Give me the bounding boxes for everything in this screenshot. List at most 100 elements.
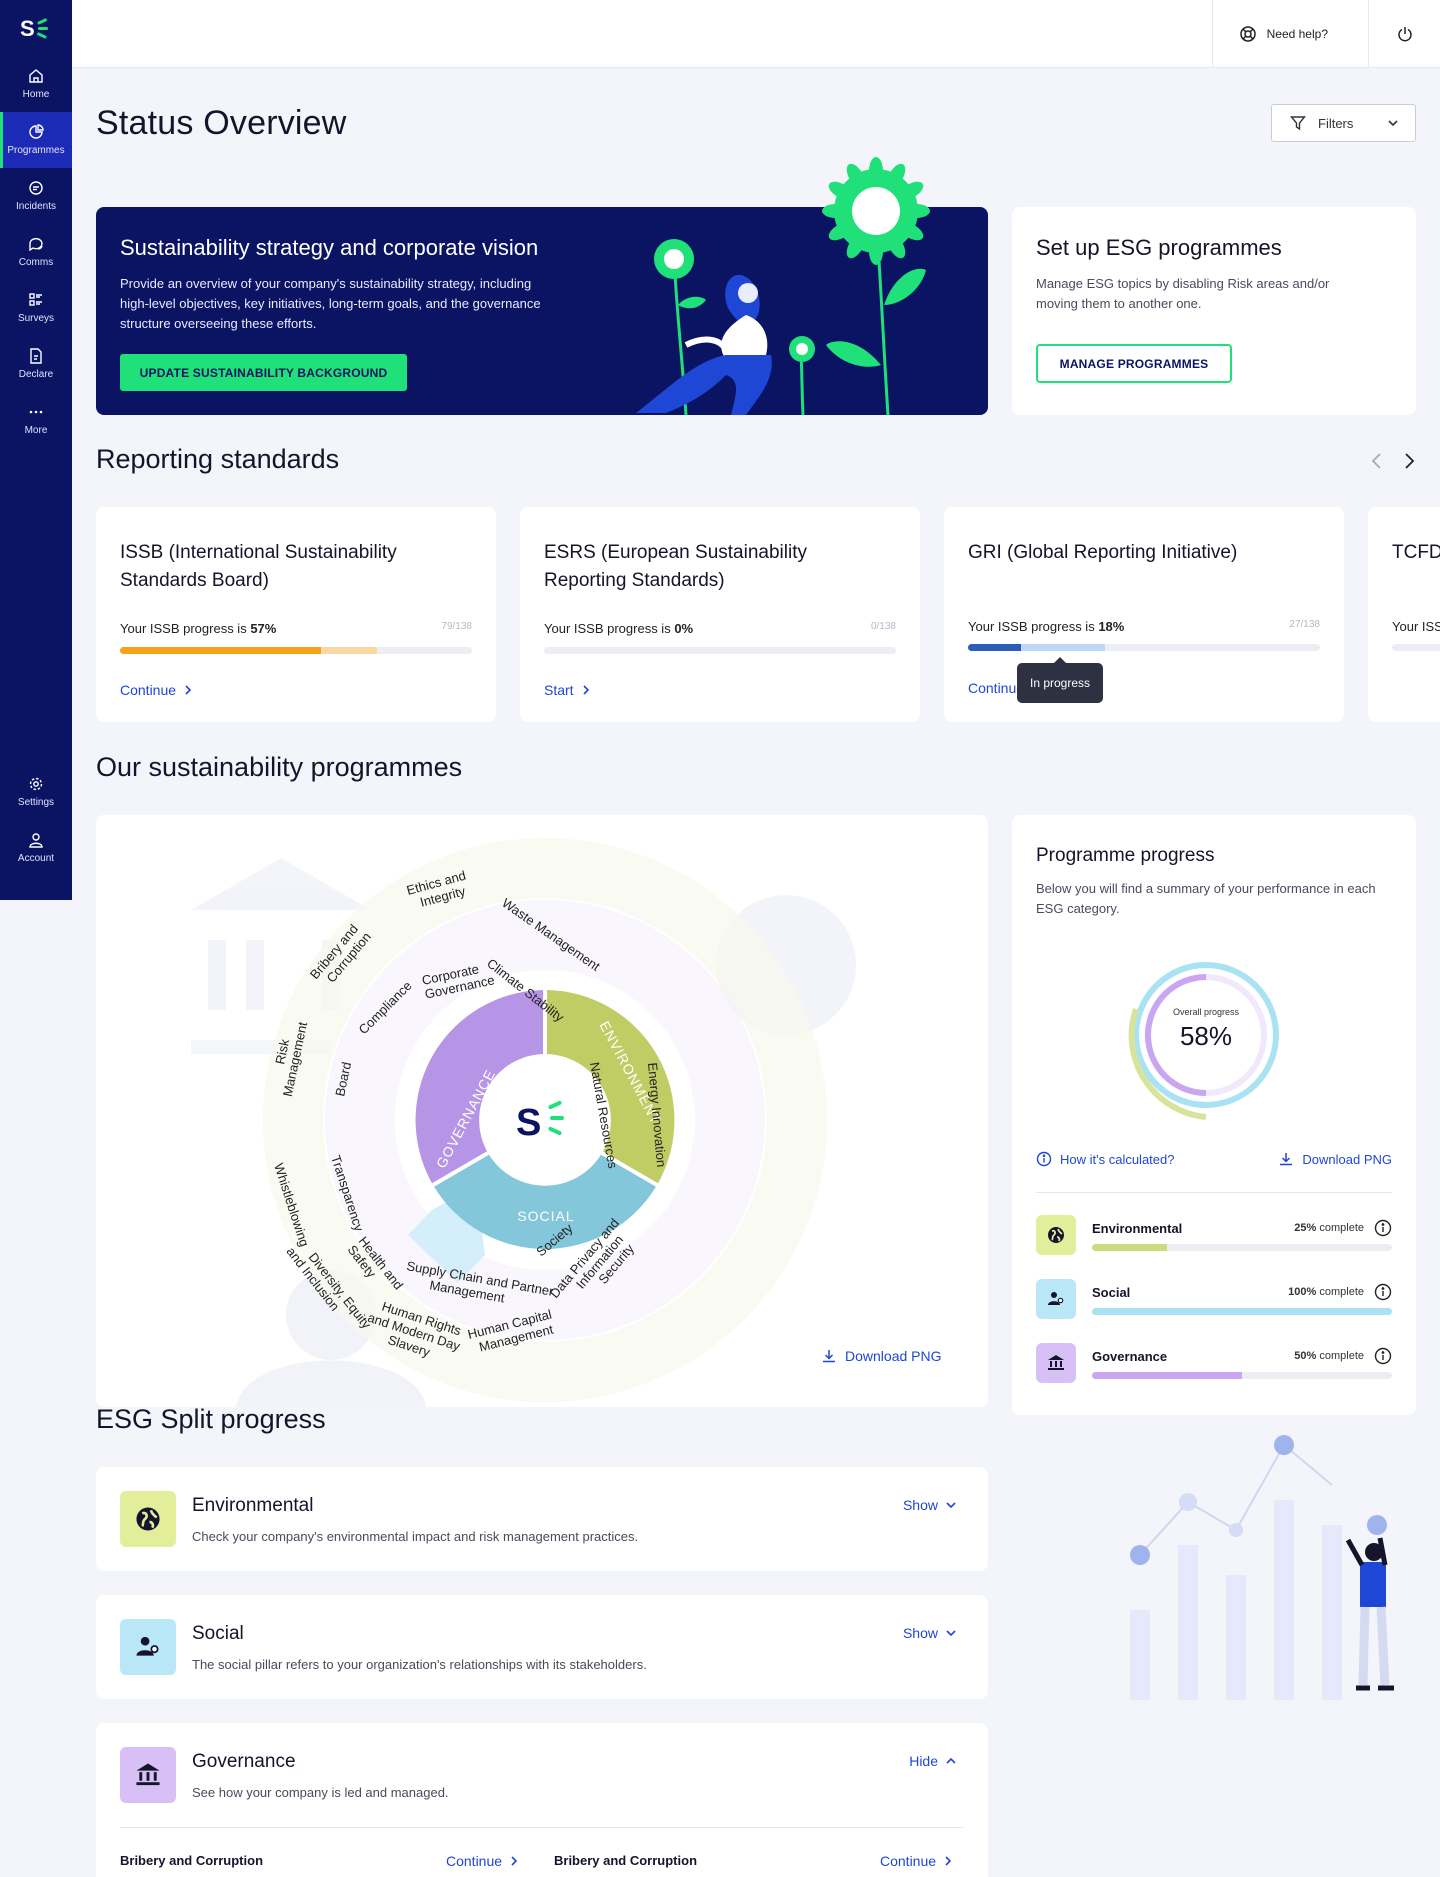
- logout-button[interactable]: [1368, 0, 1440, 68]
- sidebar-item-comms[interactable]: Comms: [0, 224, 72, 280]
- strategy-title: Sustainability strategy and corporate vi…: [120, 235, 539, 260]
- manage-programmes-button[interactable]: MANAGE PROGRAMMES: [1036, 344, 1232, 383]
- esg-split-title: ESG Split progress: [96, 1404, 326, 1434]
- progress-row-bar: [1092, 1244, 1392, 1251]
- continue-link[interactable]: Continue: [880, 1853, 952, 1869]
- pie-chart-icon: [29, 124, 44, 139]
- standard-title: ESRS (European Sustainability Reporting …: [544, 542, 807, 591]
- info-icon[interactable]: [1374, 1283, 1392, 1301]
- setup-programmes-card: Set up ESG programmes Manage ESG topics …: [1012, 207, 1416, 415]
- sub-topic-name: Bribery and Corruption: [120, 1853, 264, 1868]
- info-icon: [1036, 1151, 1052, 1167]
- page-title: Status Overview: [96, 104, 347, 142]
- progress-row-environmental: Environmental 25% complete: [1036, 1215, 1392, 1259]
- split-row-title: Governance: [192, 1751, 296, 1772]
- standard-progress-bar: [1392, 644, 1440, 651]
- sidebar-item-more[interactable]: More: [0, 392, 72, 448]
- svg-text:S: S: [20, 16, 35, 41]
- standard-card-gri[interactable]: GRI (Global Reporting Initiative) Your I…: [944, 507, 1344, 722]
- sidebar-item-label: Declare: [18, 369, 54, 380]
- filters-label: Filters: [1318, 115, 1354, 131]
- hide-toggle[interactable]: Hide: [909, 1753, 956, 1769]
- split-row-title: Environmental: [192, 1495, 314, 1516]
- standard-card-tcfd[interactable]: TCFD Your ISS: [1368, 507, 1440, 722]
- sidebar-item-label: Programmes: [7, 145, 65, 156]
- sidebar-item-label: More: [24, 425, 48, 436]
- show-toggle[interactable]: Show: [903, 1625, 956, 1641]
- people-icon: [1036, 1279, 1076, 1319]
- download-icon: [1280, 1153, 1293, 1166]
- chevron-down-icon: [946, 1630, 956, 1637]
- setup-title: Set up ESG programmes: [1036, 235, 1282, 260]
- standard-progress-text: Your ISSB progress is 0%: [544, 621, 694, 636]
- divider: [120, 1827, 964, 1828]
- split-row-governance: Governance See how your company is led a…: [96, 1723, 988, 1877]
- split-row-environmental: Environmental Check your company's envir…: [96, 1467, 988, 1571]
- power-icon: [1397, 27, 1412, 42]
- sidebar-item-incidents[interactable]: Incidents: [0, 168, 72, 224]
- standard-progress-bar: [544, 647, 896, 654]
- standard-progress-bar: [968, 644, 1320, 651]
- filters-dropdown[interactable]: Filters: [1271, 104, 1416, 142]
- strategy-banner: Sustainability strategy and corporate vi…: [96, 157, 988, 415]
- start-link[interactable]: Start: [544, 682, 590, 698]
- sidebar-item-label: Surveys: [17, 313, 55, 324]
- user-icon: [29, 833, 43, 848]
- programme-progress-description: Below you will find a summary of your pe…: [1036, 881, 1376, 916]
- sidebar-item-declare[interactable]: Declare: [0, 336, 72, 392]
- split-row-description: Check your company's environmental impac…: [192, 1529, 639, 1544]
- progress-row-governance: Governance 50% complete: [1036, 1343, 1392, 1387]
- chat-icon: [29, 237, 43, 252]
- download-icon: [823, 1350, 835, 1363]
- programme-progress-title: Programme progress: [1036, 845, 1215, 866]
- chevron-down-icon: [1388, 120, 1398, 127]
- overall-progress-label: Overall progress: [1172, 1007, 1240, 1017]
- standard-card-esrs[interactable]: ESRS (European Sustainability Reporting …: [520, 507, 920, 722]
- sidebar-item-programmes[interactable]: Programmes: [0, 112, 72, 168]
- info-icon[interactable]: [1374, 1347, 1392, 1365]
- chevron-down-icon: [946, 1502, 956, 1509]
- info-icon[interactable]: [1374, 1219, 1392, 1237]
- sidebar-item-settings[interactable]: Settings: [0, 764, 72, 820]
- sidebar-item-home[interactable]: Home: [0, 56, 72, 112]
- standard-progress-text: Your ISSB progress is 57%: [120, 621, 277, 636]
- progress-row-name: Social: [1092, 1285, 1131, 1300]
- lifebuoy-icon: [1239, 26, 1256, 42]
- sidebar-item-surveys[interactable]: Surveys: [0, 280, 72, 336]
- standard-card-issb[interactable]: ISSB (International Sustainability Stand…: [96, 507, 496, 722]
- sidebar-item-label: Incidents: [15, 201, 57, 212]
- gear-icon: [29, 777, 43, 791]
- standard-count: 27/138: [1289, 619, 1320, 630]
- strategy-description: Provide an overview of your company's su…: [120, 276, 541, 331]
- sidebar: S Home Programmes Incidents Comms Survey…: [0, 0, 72, 900]
- survey-icon: [29, 293, 42, 306]
- sidebar-item-label: Account: [17, 853, 55, 864]
- continue-link[interactable]: Continue: [968, 680, 1024, 696]
- progress-row-name: Environmental: [1092, 1221, 1183, 1236]
- programmes-wheel-card: S GOVERNANCE ENVIRONMENT SOCIAL Ethics a…: [96, 815, 988, 1407]
- sidebar-item-account[interactable]: Account: [0, 820, 72, 876]
- chevron-up-icon: [946, 1757, 956, 1764]
- standard-title: ISSB (International Sustainability Stand…: [120, 542, 397, 591]
- setup-description: Manage ESG topics by disabling Risk area…: [1036, 276, 1330, 311]
- chevron-right-icon: [583, 685, 589, 695]
- continue-link[interactable]: Continue: [120, 682, 192, 698]
- chevron-left-icon[interactable]: [1370, 452, 1384, 470]
- split-row-description: The social pillar refers to your organiz…: [192, 1657, 647, 1672]
- wheel-download-png-link[interactable]: Download PNG: [821, 1348, 942, 1364]
- sidebar-item-label: Comms: [18, 257, 54, 268]
- need-help-button[interactable]: Need help?: [1211, 0, 1328, 68]
- sub-topic-name: Bribery and Corruption: [554, 1853, 698, 1868]
- progress-row-name: Governance: [1092, 1349, 1168, 1364]
- how-calculated-link[interactable]: How it's calculated?: [1036, 1151, 1174, 1167]
- standard-title: TCFD: [1392, 542, 1440, 563]
- carousel-nav: [1370, 452, 1416, 470]
- declare-icon: [30, 348, 42, 364]
- brand-logo[interactable]: S: [0, 0, 72, 56]
- update-background-button[interactable]: UPDATE SUSTAINABILITY BACKGROUND: [120, 354, 407, 391]
- show-toggle[interactable]: Show: [903, 1497, 956, 1513]
- overall-progress-value: 58%: [1179, 1021, 1233, 1051]
- progress-download-png-link[interactable]: Download PNG: [1278, 1151, 1392, 1167]
- continue-link[interactable]: Continue: [446, 1853, 518, 1869]
- chevron-right-icon[interactable]: [1402, 452, 1416, 470]
